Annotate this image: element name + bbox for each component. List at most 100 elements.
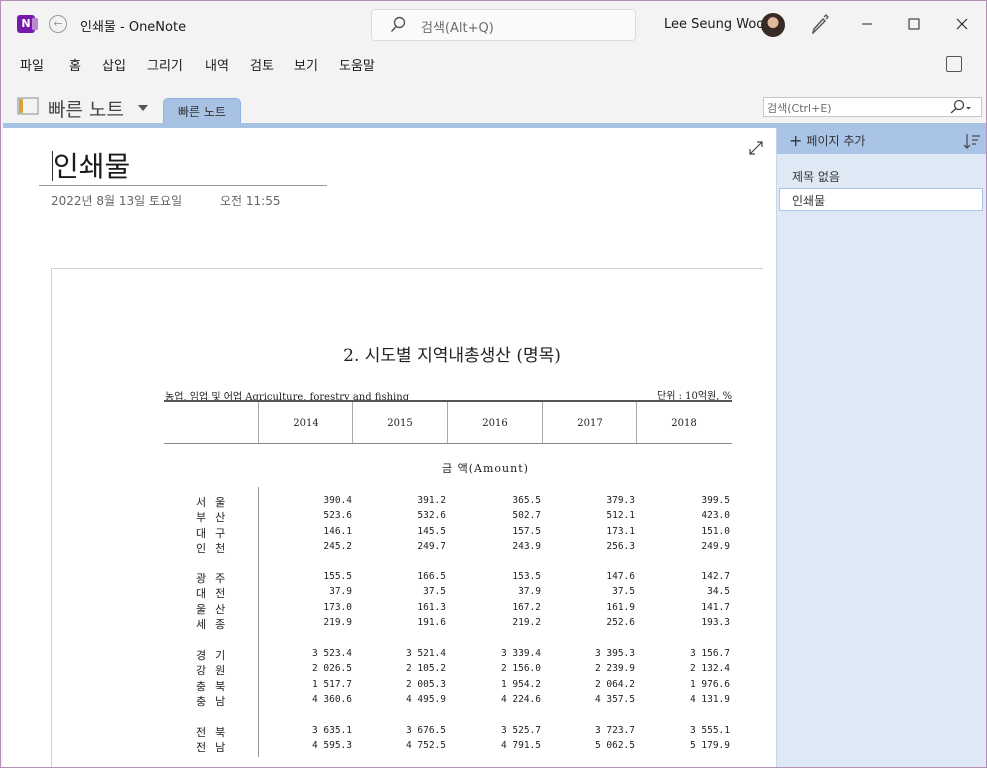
table-cell: 3 521.4 <box>405 648 446 659</box>
table-cell: 147.6 <box>606 571 635 582</box>
table-cell: 4 224.6 <box>500 694 541 706</box>
menu-review[interactable]: 검토 <box>250 55 274 74</box>
page-item-untitled[interactable]: 제목 없음 <box>792 168 840 185</box>
table-cell: 5 179.9 <box>689 740 730 752</box>
notebook-icon[interactable] <box>946 56 962 72</box>
table-cell: 151.0 <box>701 525 730 537</box>
table-cell: 34.5 <box>707 586 730 598</box>
table-cell: 193.3 <box>701 617 730 629</box>
table-cell: 219.2 <box>512 617 541 629</box>
row-label: 충북 <box>196 679 235 693</box>
table-cell: 3 676.5 <box>405 725 446 736</box>
table-cell: 37.5 <box>612 586 635 598</box>
row-label: 광주 <box>196 572 235 585</box>
row-label: 세종 <box>196 618 235 632</box>
table-cell: 141.7 <box>701 601 730 613</box>
table-cell: 3 339.4 <box>500 648 541 659</box>
table-cell: 256.3 <box>606 541 635 553</box>
row-label: 서울 <box>196 496 235 509</box>
year-header: 2016 <box>482 418 508 429</box>
sort-icon[interactable] <box>963 132 981 150</box>
table-cell: 2 026.5 <box>311 663 352 675</box>
page-item-label: 인쇄물 <box>792 194 826 208</box>
title-underline <box>39 185 327 186</box>
year-header: 2015 <box>387 418 413 429</box>
expand-icon[interactable] <box>748 140 764 156</box>
add-page-bar: + 페이지 추가 <box>777 128 986 154</box>
table-cell: 191.6 <box>417 617 446 629</box>
table-cell: 142.7 <box>701 571 730 582</box>
table-cell: 155.5 <box>323 571 352 582</box>
table-cell: 2 005.3 <box>405 678 446 690</box>
back-button[interactable]: ← <box>49 15 67 33</box>
row-label-divider <box>258 487 259 757</box>
search-dropdown-icon[interactable] <box>949 99 973 115</box>
menu-view[interactable]: 보기 <box>294 55 318 74</box>
notebook-book-icon <box>17 97 39 115</box>
tab-section-quick-notes[interactable]: 빠른 노트 <box>163 98 241 126</box>
page-title[interactable]: 인쇄물 <box>53 145 130 185</box>
search-placeholder: 검색(Alt+Q) <box>421 21 494 36</box>
table-cell: 173.1 <box>606 525 635 537</box>
page-search-placeholder: 검색(Ctrl+E) <box>767 102 832 115</box>
table-cell: 423.0 <box>701 510 730 522</box>
printout-image[interactable]: 2. 시도별 지역내총생산 (명목) 농업, 임업 및 어업 Agricultu… <box>51 268 763 767</box>
table-cell: 3 395.3 <box>594 648 635 659</box>
page-canvas[interactable]: 인쇄물 2022년 8월 13일 토요일 오전 11:55 2. 시도별 지역내… <box>3 128 776 767</box>
page-search-input[interactable]: 검색(Ctrl+E) <box>763 97 982 117</box>
search-input[interactable]: 검색(Alt+Q) <box>371 9 636 41</box>
onenote-logo-icon: N <box>17 15 38 33</box>
menu-help[interactable]: 도움말 <box>339 55 375 74</box>
table-cell: 2 105.2 <box>405 663 446 675</box>
menu-bar: 파일 홈 삽입 그리기 내역 검토 보기 도움말 <box>1 47 986 83</box>
user-name[interactable]: Lee Seung Woo <box>664 17 764 32</box>
menu-home[interactable]: 홈 <box>69 55 81 74</box>
chevron-down-icon[interactable] <box>138 105 148 111</box>
menu-file[interactable]: 파일 <box>20 55 44 74</box>
table-cell: 532.6 <box>417 510 446 522</box>
table-cell: 157.5 <box>512 525 541 537</box>
menu-draw[interactable]: 그리기 <box>147 55 183 74</box>
table-header-rule <box>164 443 732 444</box>
page-time: 오전 11:55 <box>220 194 281 208</box>
avatar[interactable] <box>761 13 785 37</box>
table-cell: 3 523.4 <box>311 648 352 659</box>
table-cell: 512.1 <box>606 510 635 522</box>
row-label: 대구 <box>196 526 235 540</box>
table-cell: 219.9 <box>323 617 352 629</box>
table-top-rule <box>164 400 732 402</box>
menu-insert[interactable]: 삽입 <box>102 55 126 74</box>
table-cell: 379.3 <box>606 495 635 506</box>
title-bar: N ← 인쇄물 - OneNote 검색(Alt+Q) Lee Seung Wo… <box>1 1 986 47</box>
table-cell: 4 360.6 <box>311 694 352 706</box>
table-cell: 145.5 <box>417 525 446 537</box>
table-cell: 365.5 <box>512 495 541 506</box>
maximize-icon[interactable] <box>904 14 924 34</box>
table-cell: 4 752.5 <box>405 740 446 752</box>
menu-history[interactable]: 내역 <box>205 55 229 74</box>
year-header: 2014 <box>293 418 319 429</box>
page-date: 2022년 8월 13일 토요일 <box>51 194 183 208</box>
pen-icon[interactable] <box>811 14 829 34</box>
table-cell: 4 495.9 <box>405 694 446 706</box>
table-cell: 523.6 <box>323 510 352 522</box>
table-cell: 161.9 <box>606 601 635 613</box>
table-cell: 5 062.5 <box>594 740 635 752</box>
row-label: 전북 <box>196 726 235 739</box>
table-cell: 161.3 <box>417 601 446 613</box>
table-cell: 3 723.7 <box>594 725 635 736</box>
table-cell: 1 976.6 <box>689 678 730 690</box>
notebook-name[interactable]: 빠른 노트 <box>48 95 124 122</box>
table-cell: 37.9 <box>329 586 352 598</box>
close-icon[interactable] <box>952 14 972 34</box>
minimize-icon[interactable] <box>857 14 877 34</box>
table-cell: 1 517.7 <box>311 678 352 690</box>
year-header: 2018 <box>671 418 697 429</box>
table-cell: 3 156.7 <box>689 648 730 659</box>
table-cell: 153.5 <box>512 571 541 582</box>
row-label: 대전 <box>196 587 235 601</box>
add-page-button[interactable]: + 페이지 추가 <box>789 131 865 150</box>
page-item-selected[interactable]: 인쇄물 <box>779 188 983 211</box>
table-cell: 502.7 <box>512 510 541 522</box>
row-label: 울산 <box>196 602 235 616</box>
